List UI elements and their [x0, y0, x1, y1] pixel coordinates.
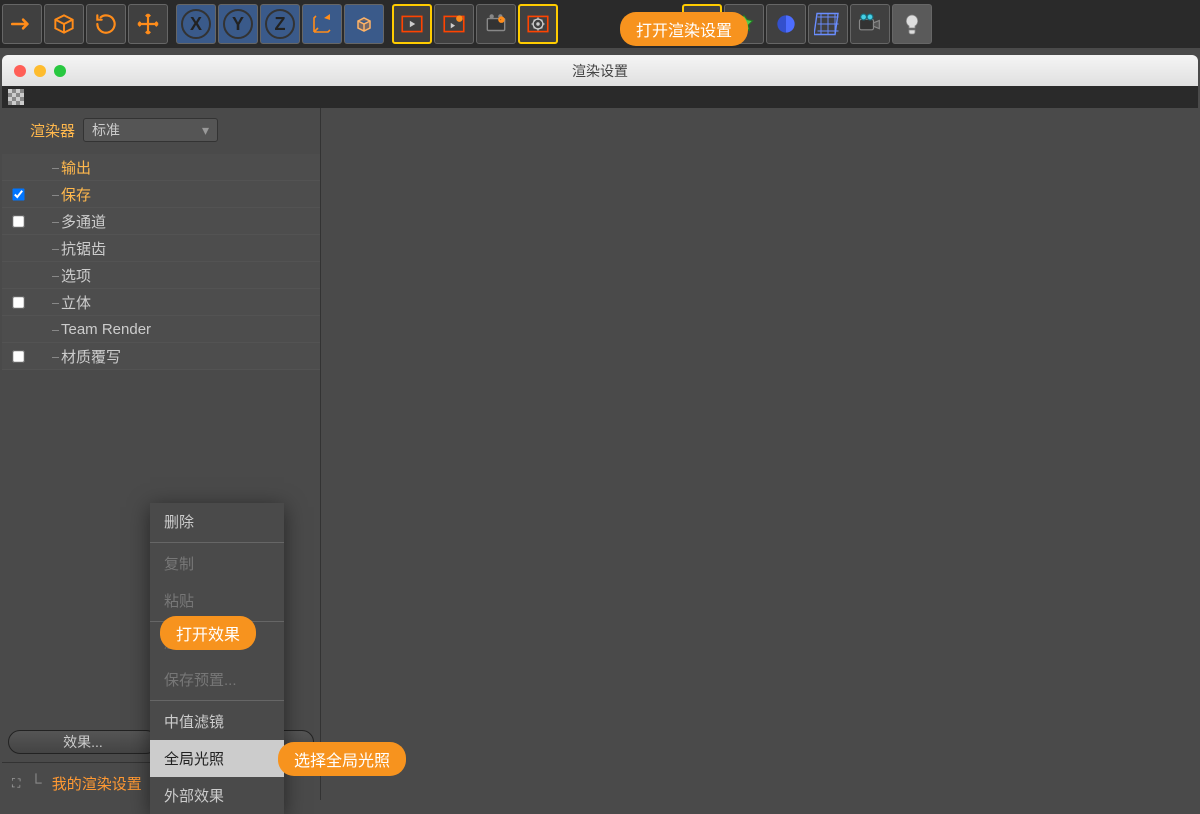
tool-move-cross[interactable] — [128, 4, 168, 44]
ctx-median-filter[interactable]: 中值滤镜 — [150, 703, 284, 740]
axis-y-button[interactable]: Y — [218, 4, 258, 44]
render-picture-viewer-button[interactable] — [476, 4, 516, 44]
deformer-button[interactable] — [808, 4, 848, 44]
tree-save[interactable]: ⎯保存 — [2, 181, 320, 208]
ctx-external-fx[interactable]: 外部效果 — [150, 777, 284, 814]
expand-icon[interactable]: ⛶ — [12, 776, 20, 791]
effects-context-menu: 删除 复制 粘贴 加载预置... 保存预置... 中值滤镜 全局光照 外部效果 — [150, 503, 284, 814]
tree-options[interactable]: ⎯选项 — [2, 262, 320, 289]
effects-button[interactable]: 效果... — [8, 730, 158, 754]
callout-open-effects: 打开效果 — [160, 616, 256, 650]
minimize-window-icon[interactable] — [34, 65, 46, 77]
camera-button[interactable] — [850, 4, 890, 44]
ctx-save-preset: 保存预置... — [150, 661, 284, 698]
settings-content-area — [320, 108, 1198, 800]
window-titlebar[interactable]: 渲染设置 — [2, 55, 1198, 86]
ctx-copy: 复制 — [150, 545, 284, 582]
tree-material-override[interactable]: ⎯材质覆写 — [2, 343, 320, 370]
render-view-button[interactable] — [392, 4, 432, 44]
multipass-checkbox[interactable] — [12, 215, 24, 227]
preset-label: 我的渲染设置 — [52, 773, 142, 794]
callout-open-render-settings: 打开渲染设置 — [620, 12, 748, 46]
tool-move-arrow[interactable] — [2, 4, 42, 44]
axis-z-button[interactable]: Z — [260, 4, 300, 44]
save-checkbox[interactable] — [12, 188, 24, 200]
render-region-button[interactable] — [434, 4, 474, 44]
tree-multipass[interactable]: ⎯多通道 — [2, 208, 320, 235]
traffic-lights[interactable] — [14, 65, 66, 77]
tree-output[interactable]: ⎯输出 — [2, 154, 320, 181]
callout-select-gi: 选择全局光照 — [278, 742, 406, 776]
renderer-label: 渲染器 — [30, 120, 75, 141]
renderer-dropdown[interactable]: 标准 — [83, 118, 218, 142]
light-button[interactable] — [892, 4, 932, 44]
tool-cube[interactable] — [44, 4, 84, 44]
close-window-icon[interactable] — [14, 65, 26, 77]
generator-button[interactable] — [766, 4, 806, 44]
tree-antialias[interactable]: ⎯抗锯齿 — [2, 235, 320, 262]
main-toolbar: X Y Z — [0, 0, 1200, 48]
settings-tree: ⎯输出 ⎯保存 ⎯多通道 ⎯抗锯齿 ⎯选项 ⎯立体 ⎯Team Render ⎯… — [2, 150, 320, 374]
checker-icon[interactable] — [8, 89, 24, 105]
zoom-window-icon[interactable] — [54, 65, 66, 77]
tree-stereo[interactable]: ⎯立体 — [2, 289, 320, 316]
axis-x-button[interactable]: X — [176, 4, 216, 44]
ctx-paste: 粘贴 — [150, 582, 284, 619]
material-override-checkbox[interactable] — [12, 350, 24, 362]
tool-coord-system[interactable] — [302, 4, 342, 44]
tree-team-render[interactable]: ⎯Team Render — [2, 316, 320, 343]
tool-rotate[interactable] — [86, 4, 126, 44]
tool-cube-axis[interactable] — [344, 4, 384, 44]
render-settings-button[interactable] — [518, 4, 558, 44]
window-title: 渲染设置 — [2, 61, 1198, 81]
window-subbar — [2, 86, 1198, 108]
ctx-global-illumination[interactable]: 全局光照 — [150, 740, 284, 777]
stereo-checkbox[interactable] — [12, 296, 24, 308]
ctx-delete[interactable]: 删除 — [150, 503, 284, 540]
